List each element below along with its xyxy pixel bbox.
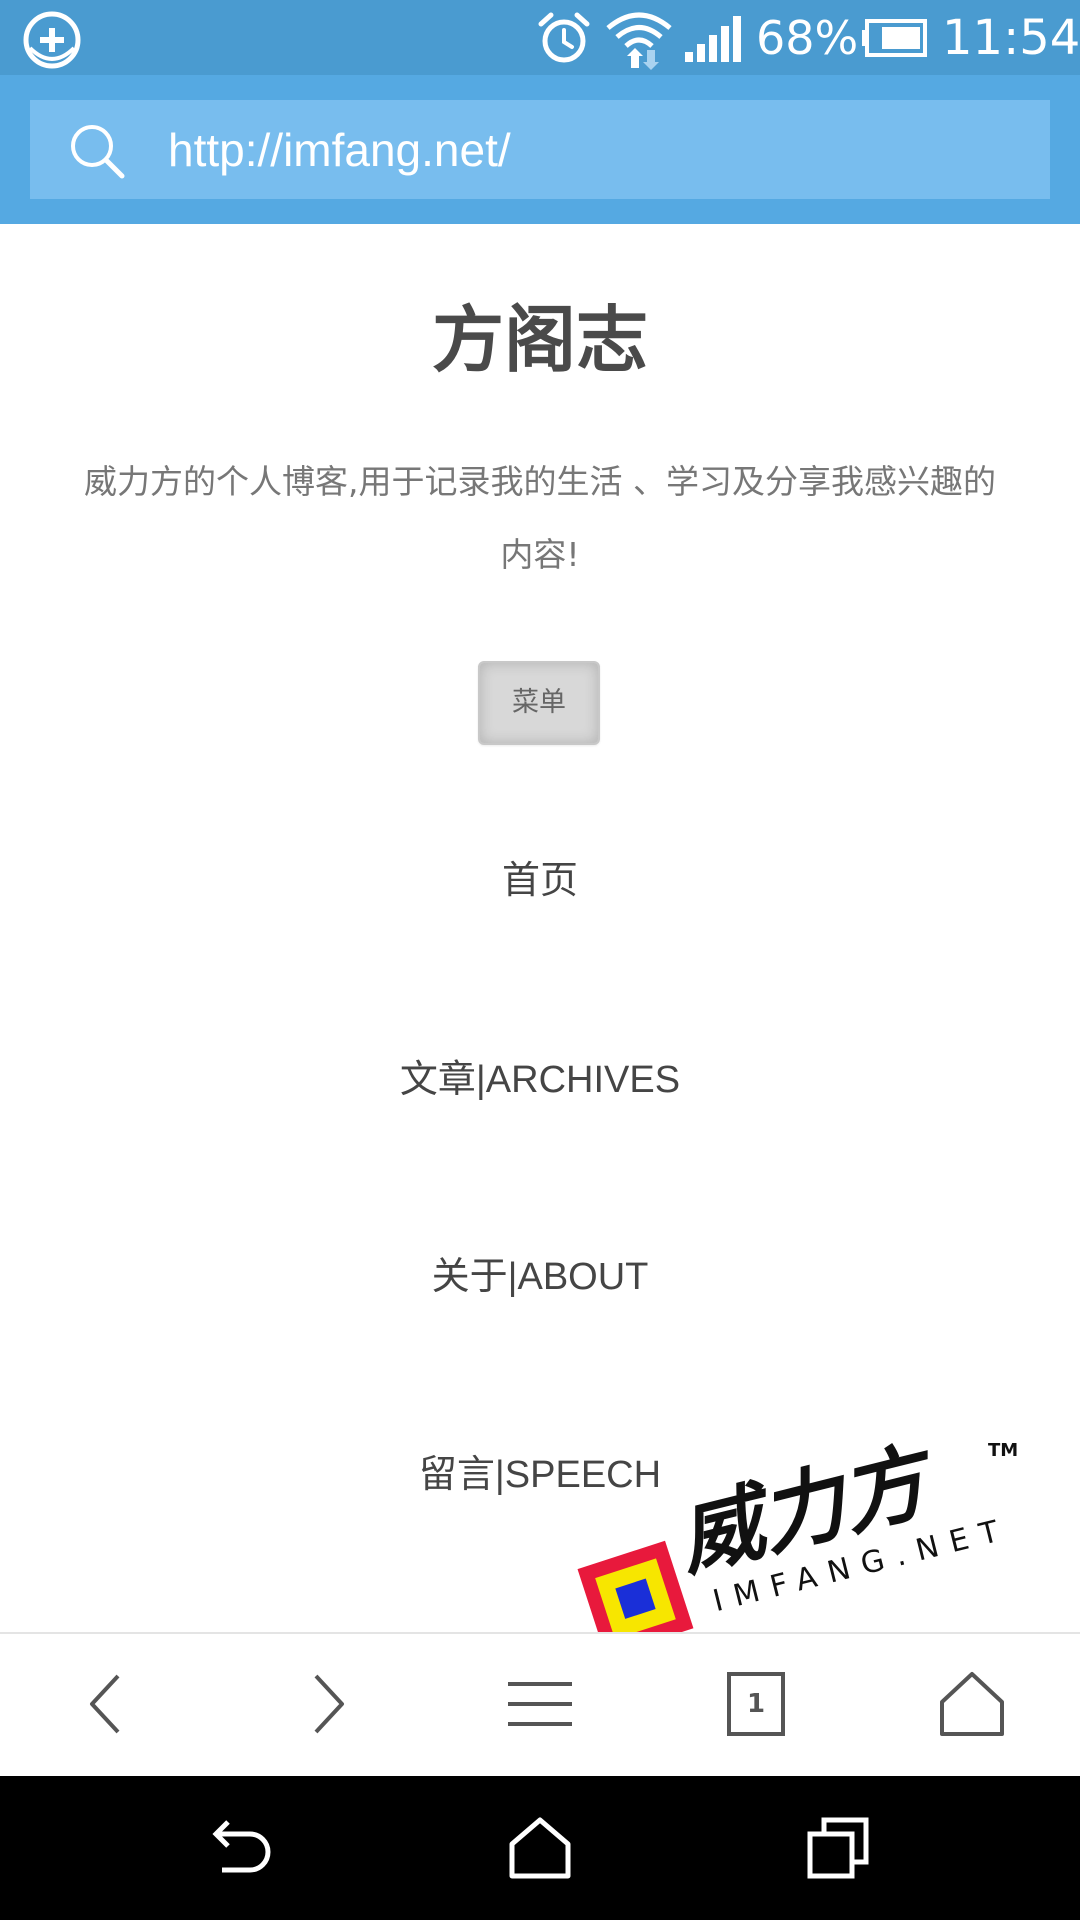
system-back-icon[interactable]: [202, 1810, 278, 1886]
menu-icon[interactable]: [500, 1664, 580, 1744]
watermark-logo: 威力方 IMFANG.NET TM: [577, 1430, 1018, 1657]
wifi-icon: [606, 12, 672, 70]
site-description: 威力方的个人博客,用于记录我的生活 、学习及分享我感兴趣的内容!: [84, 462, 996, 574]
nav-item-archives[interactable]: 文章|ARCHIVES: [0, 1050, 1080, 1110]
system-recent-apps-icon[interactable]: [802, 1810, 878, 1886]
app-notification-icon: [23, 11, 81, 69]
site-title[interactable]: 方阁志: [0, 290, 1080, 390]
browser-header: http://imfang.net/: [0, 75, 1080, 224]
browser-toolbar: 1: [0, 1632, 1080, 1776]
battery-icon: [862, 19, 927, 57]
tabs-button[interactable]: 1: [716, 1664, 796, 1744]
system-home-icon[interactable]: [502, 1810, 578, 1886]
menu-button[interactable]: 菜单: [478, 661, 600, 745]
forward-icon[interactable]: [284, 1664, 364, 1744]
url-text: http://imfang.net/: [168, 124, 511, 176]
home-icon[interactable]: [932, 1664, 1012, 1744]
system-navigation-bar: [0, 1776, 1080, 1920]
clock-time: 11:54: [942, 10, 1080, 66]
alarm-icon: [538, 12, 590, 63]
tab-count: 1: [746, 1689, 766, 1719]
url-input[interactable]: http://imfang.net/: [30, 100, 1050, 199]
battery-percent: 68%: [756, 11, 859, 65]
signal-icon: [685, 16, 741, 62]
nav-item-about[interactable]: 关于|ABOUT: [0, 1247, 1080, 1307]
nav-item-home[interactable]: 首页: [0, 851, 1080, 911]
status-bar: 68% 11:54: [0, 0, 1080, 75]
watermark-tm-text: TM: [988, 1440, 1018, 1461]
back-icon[interactable]: [70, 1664, 150, 1744]
search-icon: [71, 125, 125, 179]
